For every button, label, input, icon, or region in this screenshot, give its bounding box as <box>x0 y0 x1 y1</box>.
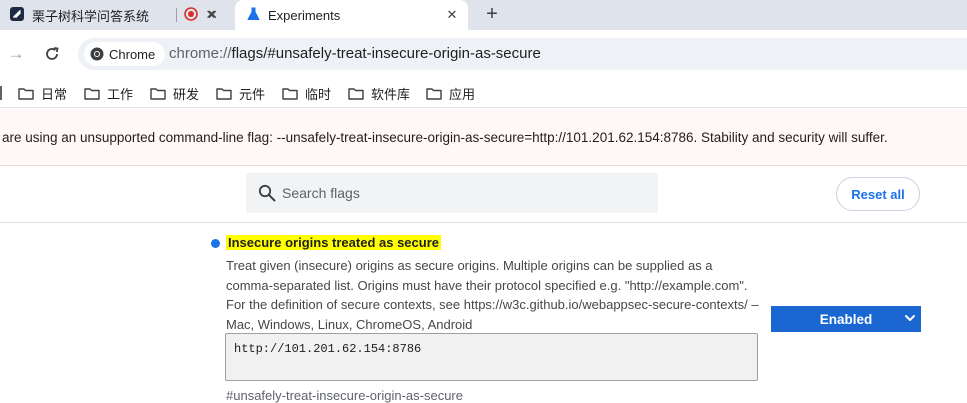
close-icon[interactable]: ✕ <box>207 7 218 23</box>
bookmark-label: 元件 <box>239 86 266 102</box>
address-bar[interactable]: Chrome chrome://flags/#unsafely-treat-in… <box>78 38 967 70</box>
tab-experiments[interactable]: Experiments ✕ <box>235 0 468 30</box>
site-info-chip[interactable]: Chrome <box>84 42 166 66</box>
search-icon <box>258 184 276 202</box>
chrome-icon <box>90 47 104 61</box>
folder-icon <box>348 87 364 100</box>
bookmark-folder[interactable]: 软件库 <box>348 84 410 102</box>
modified-indicator-icon <box>211 239 220 248</box>
bookmark-label: 工作 <box>107 86 134 102</box>
bookmarks-overflow-edge <box>0 86 2 100</box>
forward-button[interactable]: → <box>5 43 27 65</box>
chip-label: Chrome <box>109 46 156 62</box>
bookmark-label: 研发 <box>173 86 200 102</box>
bookmark-label: 临时 <box>305 86 332 102</box>
folder-icon <box>426 87 442 100</box>
bookmark-folder[interactable]: 工作 <box>84 84 133 102</box>
folder-icon <box>216 87 232 100</box>
folder-icon <box>150 87 166 100</box>
url-path: flags/#unsafely-treat-insecure-origin-as… <box>231 45 541 62</box>
tab-recording[interactable] <box>178 0 234 30</box>
tab-title: Experiments <box>268 7 341 23</box>
reload-button[interactable] <box>41 43 63 65</box>
select-value: Enabled <box>819 311 873 327</box>
url-scheme: chrome:// <box>169 45 232 62</box>
bookmark-label: 软件库 <box>371 86 411 102</box>
origins-textarea[interactable]: http://101.201.62.154:8786 <box>225 333 758 381</box>
chevron-down-icon <box>905 315 915 321</box>
warning-text: are using an unsupported command-line fl… <box>2 130 888 145</box>
bookmarks-bar: 日常 工作 研发 元件 临时 软件库 应用 <box>0 78 967 108</box>
url-text[interactable]: chrome://flags/#unsafely-treat-insecure-… <box>169 45 541 62</box>
tab-strip: 栗子树科学问答系统 ✕ ✕ Experiments ✕ + <box>0 0 967 30</box>
search-input[interactable] <box>282 183 642 203</box>
flag-title: Insecure origins treated as secure <box>226 235 441 250</box>
flag-state-select[interactable]: Enabled <box>771 306 921 332</box>
folder-icon <box>18 87 34 100</box>
folder-icon <box>84 87 100 100</box>
folder-icon <box>282 87 298 100</box>
tab-title: 栗子树科学问答系统 <box>32 8 150 24</box>
bookmark-folder[interactable]: 研发 <box>150 84 199 102</box>
new-tab-button[interactable]: + <box>480 3 504 27</box>
flask-icon <box>247 7 260 24</box>
tab-divider <box>176 8 177 22</box>
flags-page: Reset all Insecure origins treated as se… <box>0 166 967 403</box>
toolbar: → Chrome chrome://flags/#unsafely-treat-… <box>0 30 967 78</box>
bookmark-folder[interactable]: 临时 <box>282 84 331 102</box>
bookmark-folder[interactable]: 日常 <box>18 84 67 102</box>
bookmark-folder[interactable]: 元件 <box>216 84 265 102</box>
close-icon[interactable]: ✕ <box>444 7 460 23</box>
search-box[interactable] <box>246 173 658 213</box>
bookmark-folder[interactable]: 应用 <box>426 84 475 102</box>
bookmark-label: 应用 <box>449 86 476 102</box>
header-divider <box>0 222 967 223</box>
recording-icon <box>184 6 198 24</box>
warning-infobar: are using an unsupported command-line fl… <box>0 110 967 166</box>
bookmark-label: 日常 <box>41 86 68 102</box>
app-logo-icon <box>10 6 24 24</box>
reset-all-button[interactable]: Reset all <box>836 177 920 211</box>
flag-description: Treat given (insecure) origins as secure… <box>226 258 759 332</box>
